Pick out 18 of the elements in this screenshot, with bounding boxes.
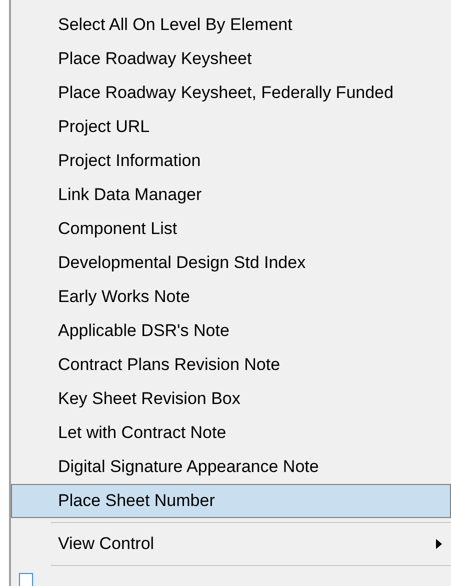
submenu-arrow-icon — [436, 539, 442, 549]
menu-item[interactable]: View Control — [11, 527, 451, 561]
menu-item[interactable]: Component List — [11, 212, 451, 246]
menu-item[interactable]: Contract Plans Revision Note — [11, 348, 451, 382]
menu-item[interactable]: Developmental Design Std Index — [11, 246, 451, 280]
menu-item[interactable]: Applicable DSR's Note — [11, 314, 451, 348]
menu-item[interactable]: Let with Contract Note — [11, 416, 451, 450]
menu-item[interactable]: Select All On Level By Element — [11, 8, 451, 42]
menu-item[interactable]: Project Information — [11, 144, 451, 178]
menu-item[interactable]: Place Roadway Keysheet, Federally Funded — [11, 76, 451, 110]
menu-item[interactable]: Place Sheet Number — [11, 484, 451, 518]
menu-item[interactable]: Key Sheet Revision Box — [11, 382, 451, 416]
menu-item[interactable]: Project URL — [11, 110, 451, 144]
checkbox[interactable] — [19, 573, 33, 586]
menu-item[interactable]: Link Data Manager — [11, 178, 451, 212]
menu-item[interactable]: Digital Signature Appearance Note — [11, 450, 451, 484]
menu-item[interactable]: Place Roadway Keysheet — [11, 42, 451, 76]
menu-item[interactable]: Early Works Note — [11, 280, 451, 314]
